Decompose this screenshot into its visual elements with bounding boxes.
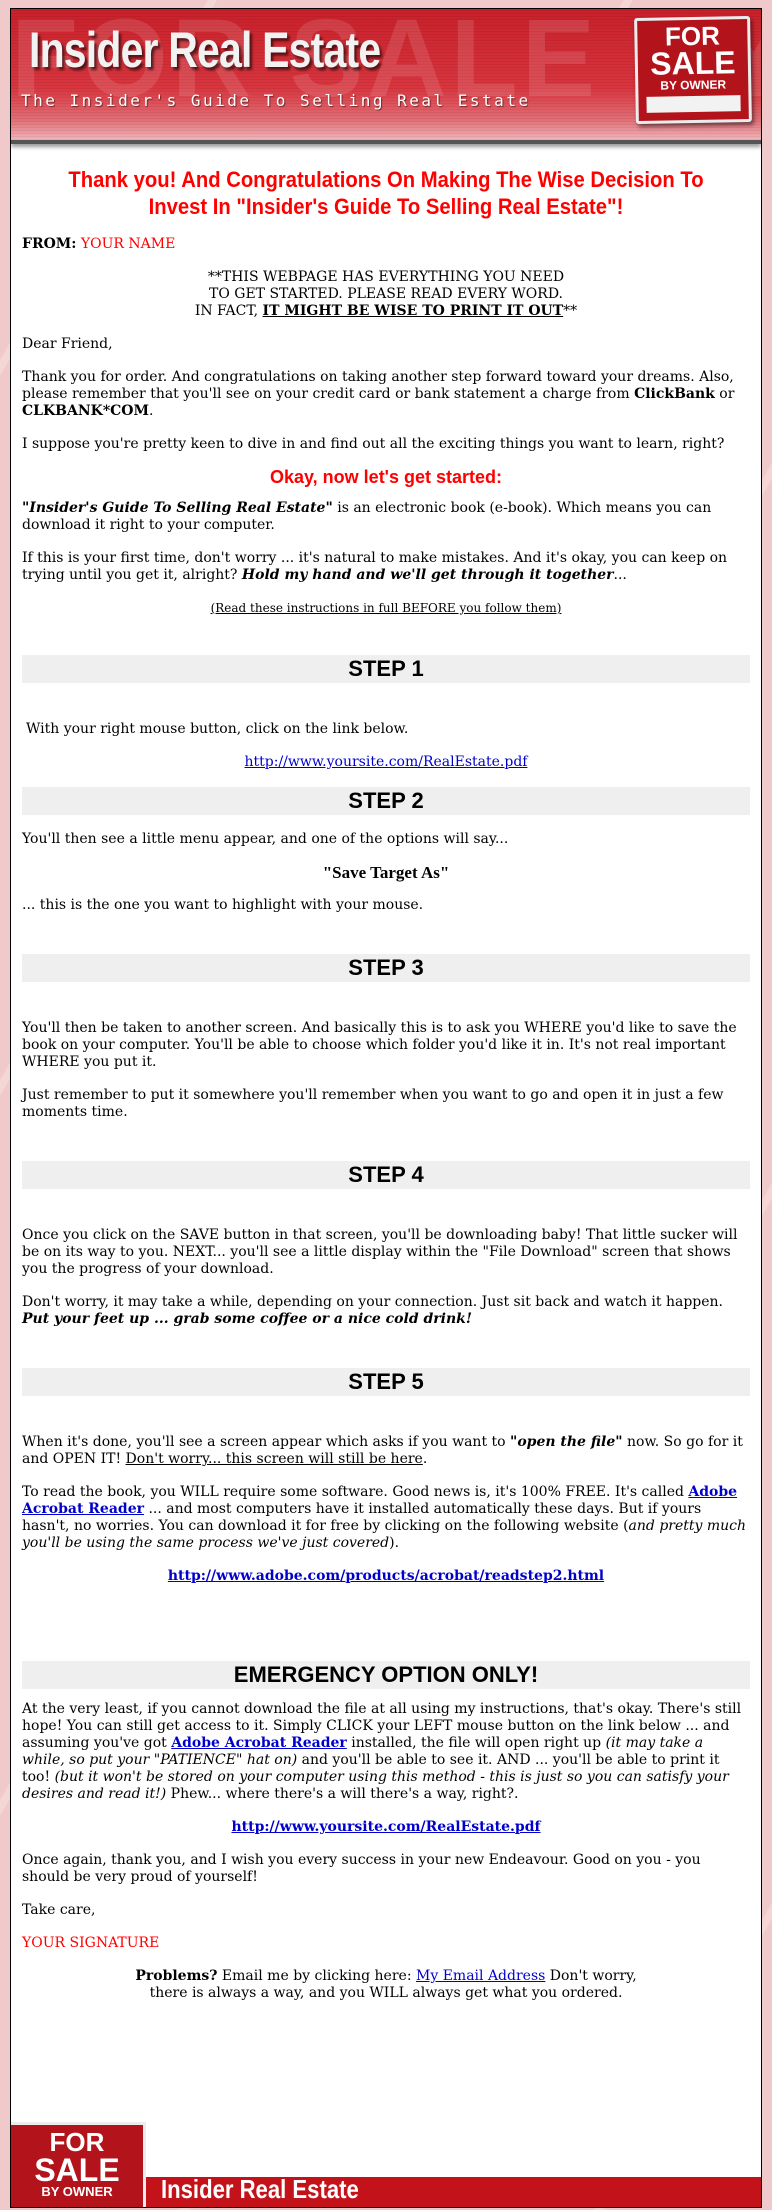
clickbank-name: ClickBank bbox=[634, 386, 715, 402]
step-2-heading: STEP 2 bbox=[22, 787, 750, 815]
suppose-paragraph: I suppose you're pretty keen to dive in … bbox=[22, 436, 725, 452]
step-4-text: Don't worry, it may take a while, depend… bbox=[22, 1294, 723, 1310]
header-banner: FOR SALE BY OWNER Insider Real Estate Th… bbox=[11, 9, 761, 144]
intro-end: . bbox=[148, 403, 154, 419]
emergency-text-b: installed, the file will open right up bbox=[346, 1735, 606, 1751]
emergency-adobe-link[interactable]: Adobe Acrobat Reader bbox=[171, 1735, 347, 1751]
signature: YOUR SIGNATURE bbox=[22, 1935, 160, 1951]
read-instructions-note: (Read these instructions in full BEFORE … bbox=[210, 601, 562, 615]
ebook-title: "Insider's Guide To Selling Real Estate" bbox=[22, 500, 333, 516]
step-3-paragraph-1: You'll then be taken to another screen. … bbox=[22, 1020, 737, 1070]
save-target-option: "Save Target As" bbox=[322, 863, 450, 882]
clkbank-name: CLKBANK*COM bbox=[22, 403, 149, 419]
print-notice: **THIS WEBPAGE HAS EVERYTHING YOU NEED T… bbox=[22, 269, 750, 320]
step-1-download-link[interactable]: http://www.yoursite.com/RealEstate.pdf bbox=[245, 754, 528, 770]
take-care: Take care, bbox=[22, 1902, 96, 1918]
step-5-text-a: When it's done, you'll see a screen appe… bbox=[22, 1434, 511, 1450]
footer-sign-line-2: SALE bbox=[34, 2152, 120, 2188]
intro-text: Thank you for order. And congratulations… bbox=[22, 369, 734, 402]
step-4-emphasis: Put your feet up ... grab some coffee or… bbox=[22, 1311, 472, 1327]
notice-line-2: TO GET STARTED. PLEASE READ EVERY WORD. bbox=[209, 286, 563, 302]
step-1-link-row: http://www.yoursite.com/RealEstate.pdf bbox=[22, 754, 750, 771]
step-2-after: ... this is the one you want to highligh… bbox=[22, 897, 424, 913]
step-3-heading: STEP 3 bbox=[22, 954, 750, 982]
notice-line-3-prefix: IN FACT, bbox=[194, 303, 263, 319]
step-5-paragraph-1: When it's done, you'll see a screen appe… bbox=[22, 1434, 750, 1468]
step-1-heading: STEP 1 bbox=[22, 655, 750, 683]
problems-note: Problems? Email me by clicking here: My … bbox=[22, 1968, 750, 2002]
site-title: Insider Real Estate bbox=[29, 22, 381, 78]
footer-for-sale-sign-icon: FOR SALE BY OWNER bbox=[11, 2122, 146, 2207]
step-4-paragraph-1: Once you click on the SAVE button in tha… bbox=[22, 1227, 738, 1277]
get-started-heading: Okay, now let's get started: bbox=[269, 467, 502, 487]
step-4-paragraph-2: Don't worry, it may take a while, depend… bbox=[22, 1294, 750, 1328]
email-link[interactable]: My Email Address bbox=[416, 1968, 545, 1984]
problems-text-1: Email me by clicking here: bbox=[217, 1968, 416, 1984]
adobe-link-row: http://www.adobe.com/products/acrobat/re… bbox=[22, 1568, 750, 1585]
intro-or: or bbox=[714, 386, 735, 402]
problems-line-2: there is always a way, and you WILL alwa… bbox=[149, 1985, 623, 2001]
footer-title: Insider Real Estate bbox=[161, 2174, 359, 2204]
footer-banner: Insider Real Estate FOR SALE BY OWNER bbox=[11, 2122, 761, 2207]
emergency-download-link[interactable]: http://www.yoursite.com/RealEstate.pdf bbox=[231, 1819, 540, 1835]
from-label: FROM: bbox=[22, 236, 77, 252]
step-3-paragraph-2: Just remember to put it somewhere you'll… bbox=[22, 1087, 724, 1120]
step-5-p2-end: ). bbox=[389, 1535, 400, 1551]
notice-line-3-suffix: ** bbox=[563, 303, 578, 319]
sign-line-2: SALE bbox=[649, 44, 736, 82]
step-5-heading: STEP 5 bbox=[22, 1368, 750, 1396]
greeting: Dear Friend, bbox=[22, 336, 113, 352]
emergency-link-row: http://www.yoursite.com/RealEstate.pdf bbox=[22, 1819, 750, 1836]
step-4-heading: STEP 4 bbox=[22, 1161, 750, 1189]
first-time-end: ... bbox=[613, 567, 627, 583]
closing-paragraph: Once again, thank you, and I wish you ev… bbox=[22, 1852, 701, 1885]
problems-text-2: Don't worry, bbox=[545, 1968, 637, 1984]
step-5-p2-text-a: To read the book, you WILL require some … bbox=[22, 1484, 689, 1500]
emergency-heading: EMERGENCY OPTION ONLY! bbox=[22, 1661, 750, 1689]
adobe-download-link[interactable]: http://www.adobe.com/products/acrobat/re… bbox=[168, 1568, 604, 1584]
step-5-text-end: . bbox=[422, 1451, 428, 1467]
main-content: Thank you! And Congratulations On Making… bbox=[11, 144, 761, 2002]
notice-emphasis: IT MIGHT BE WISE TO PRINT IT OUT bbox=[262, 303, 564, 319]
for-sale-sign-icon: FOR SALE BY OWNER bbox=[634, 15, 752, 125]
step-2-text: You'll then see a little menu appear, an… bbox=[22, 831, 509, 847]
from-line: FROM: YOUR NAME bbox=[22, 236, 750, 253]
site-tagline: The Insider's Guide To Selling Real Esta… bbox=[21, 91, 531, 110]
problems-label: Problems? bbox=[135, 1968, 218, 1984]
sign-blank-panel bbox=[646, 95, 741, 113]
page-container: FOR SALE BY OWNER Insider Real Estate Th… bbox=[10, 8, 762, 2208]
page-headline: Thank you! And Congratulations On Making… bbox=[68, 167, 704, 219]
emergency-paragraph: At the very least, if you cannot downloa… bbox=[22, 1701, 750, 1803]
open-file-emphasis: "open the file" bbox=[510, 1434, 623, 1450]
still-here-note: Don't worry... this screen will still be… bbox=[125, 1451, 423, 1467]
emergency-text-d: Phew... where there's a will there's a w… bbox=[166, 1786, 519, 1802]
step-5-paragraph-2: To read the book, you WILL require some … bbox=[22, 1484, 750, 1552]
intro-paragraph: Thank you for order. And congratulations… bbox=[22, 369, 750, 420]
first-time-emphasis: Hold my hand and we'll get through it to… bbox=[241, 567, 614, 583]
notice-line-1: **THIS WEBPAGE HAS EVERYTHING YOU NEED bbox=[207, 269, 565, 285]
ebook-paragraph: "Insider's Guide To Selling Real Estate"… bbox=[22, 500, 750, 534]
footer-sign-line-3: BY OWNER bbox=[41, 2184, 113, 2199]
first-time-paragraph: If this is your first time, don't worry … bbox=[22, 550, 750, 584]
from-name: YOUR NAME bbox=[80, 236, 176, 252]
step-1-text: With your right mouse button, click on t… bbox=[26, 721, 409, 737]
